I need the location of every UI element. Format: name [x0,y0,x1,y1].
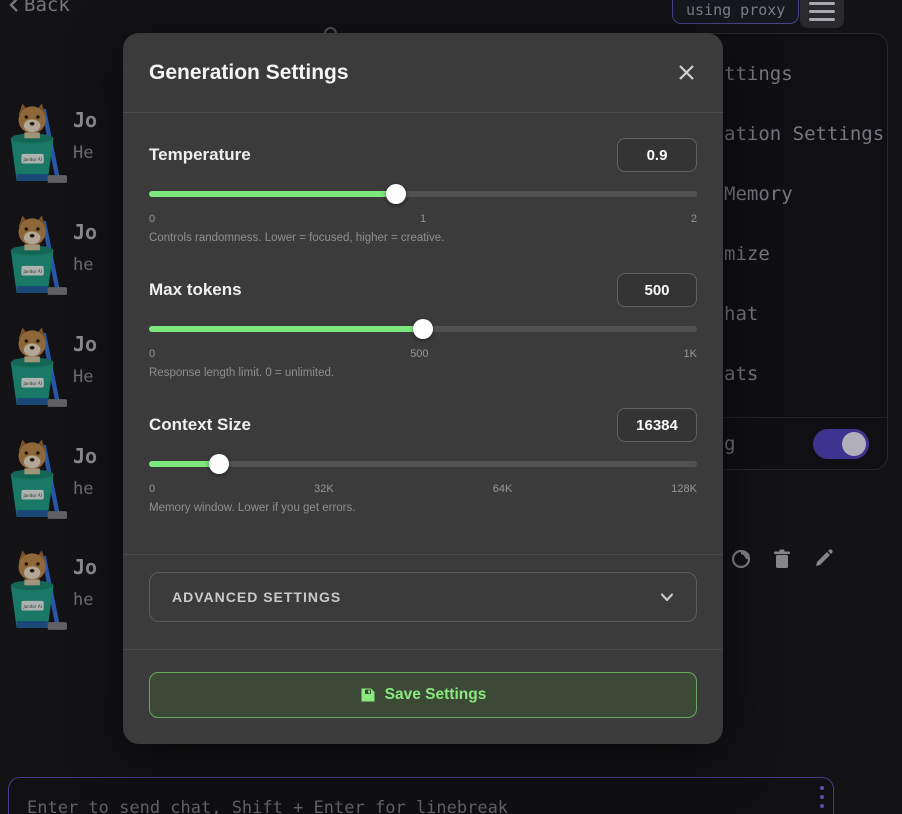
chat-preview: he [73,255,97,275]
generation-settings-modal: Generation Settings Temperature 0.9 0 1 [123,33,723,744]
doge-bucket-avatar: Janitor AI [5,326,67,418]
max-tokens-slider[interactable] [149,319,697,339]
doge-bucket-avatar: Janitor AI [5,102,67,194]
svg-text:Janitor AI: Janitor AI [22,269,41,274]
composer-placeholder: Enter to send chat, Shift + Enter for li… [27,798,793,814]
delete-button[interactable] [772,548,792,570]
svg-text:Janitor AI: Janitor AI [22,493,41,498]
chat-preview: He [73,143,97,163]
doge-bucket-avatar: Janitor AI [5,549,67,641]
chat-list-item[interactable]: Janitor AI Jo he [5,438,123,530]
temperature-setting: Temperature 0.9 0 1 2 Controls randomnes… [149,138,697,244]
context-size-ticks: 0 32K 64K 128K [149,483,697,495]
context-size-help-text: Memory window. Lower if you get errors. [149,502,697,514]
advanced-settings-label: ADVANCED SETTINGS [172,589,341,605]
regenerate-icon [731,549,751,569]
save-icon [360,687,376,703]
chat-list-item[interactable]: Janitor AI Jo He [5,102,123,194]
edit-button[interactable] [813,548,833,570]
footer-divider [123,649,723,650]
message-composer[interactable]: Enter to send chat, Shift + Enter for li… [8,777,834,814]
composer-options-button[interactable] [820,786,824,808]
slider-thumb[interactable] [209,454,229,474]
chevron-left-icon [8,0,20,13]
close-button[interactable] [673,60,699,86]
context-size-value-input[interactable]: 16384 [617,408,697,442]
chat-list-item[interactable]: Janitor AI Jo he [5,549,123,641]
temperature-help-text: Controls randomness. Lower = focused, hi… [149,232,697,244]
slider-thumb[interactable] [413,319,433,339]
context-size-label: Context Size [149,415,251,435]
temperature-slider[interactable] [149,184,697,204]
save-settings-button[interactable]: Save Settings [149,672,697,718]
max-tokens-ticks: 0 500 1K [149,348,697,360]
chat-preview: he [73,590,97,610]
advanced-settings-toggle[interactable]: ADVANCED SETTINGS [149,572,697,622]
chat-name: Jo [73,332,97,356]
max-tokens-value-input[interactable]: 500 [617,273,697,307]
max-tokens-label: Max tokens [149,280,242,300]
modal-header: Generation Settings [123,33,723,113]
chat-list-item[interactable]: Janitor AI Jo he [5,214,123,306]
modal-title: Generation Settings [149,61,349,85]
temperature-ticks: 0 1 2 [149,213,697,225]
trash-icon [773,549,791,569]
message-actions [731,548,833,570]
context-size-setting: Context Size 16384 0 32K 64K 128K Memory… [149,408,697,514]
chat-name: Jo [73,444,97,468]
regenerate-button[interactable] [731,548,751,570]
slider-thumb[interactable] [386,184,406,204]
modal-body: Temperature 0.9 0 1 2 Controls randomnes… [123,113,723,718]
chat-name: Jo [73,220,97,244]
pencil-icon [813,549,833,569]
chat-preview: he [73,479,97,499]
doge-bucket-avatar: Janitor AI [5,214,67,306]
toggle-label: g [724,433,735,455]
chat-list-item[interactable]: Janitor AI Jo He [5,326,123,418]
close-icon [678,64,695,81]
temperature-value-input[interactable]: 0.9 [617,138,697,172]
max-tokens-setting: Max tokens 500 0 500 1K Response length … [149,273,697,379]
max-tokens-help-text: Response length limit. 0 = unlimited. [149,367,697,379]
section-divider [123,554,723,555]
doge-bucket-avatar: Janitor AI [5,438,67,530]
back-button[interactable]: Back [8,0,70,16]
back-label: Back [24,0,70,16]
chevron-down-icon [658,588,676,606]
temperature-label: Temperature [149,145,251,165]
svg-text:Janitor AI: Janitor AI [22,381,41,386]
svg-text:Janitor AI: Janitor AI [22,604,41,609]
chat-preview: He [73,367,97,387]
proxy-status-badge[interactable]: using proxy [672,0,799,24]
context-size-slider[interactable] [149,454,697,474]
svg-text:Janitor AI: Janitor AI [22,157,41,162]
toggle-knob [842,432,866,456]
chat-name: Jo [73,108,97,132]
toggle-switch[interactable] [813,429,869,459]
chat-name: Jo [73,555,97,579]
save-settings-label: Save Settings [385,686,487,704]
hamburger-menu-button[interactable] [800,0,844,28]
